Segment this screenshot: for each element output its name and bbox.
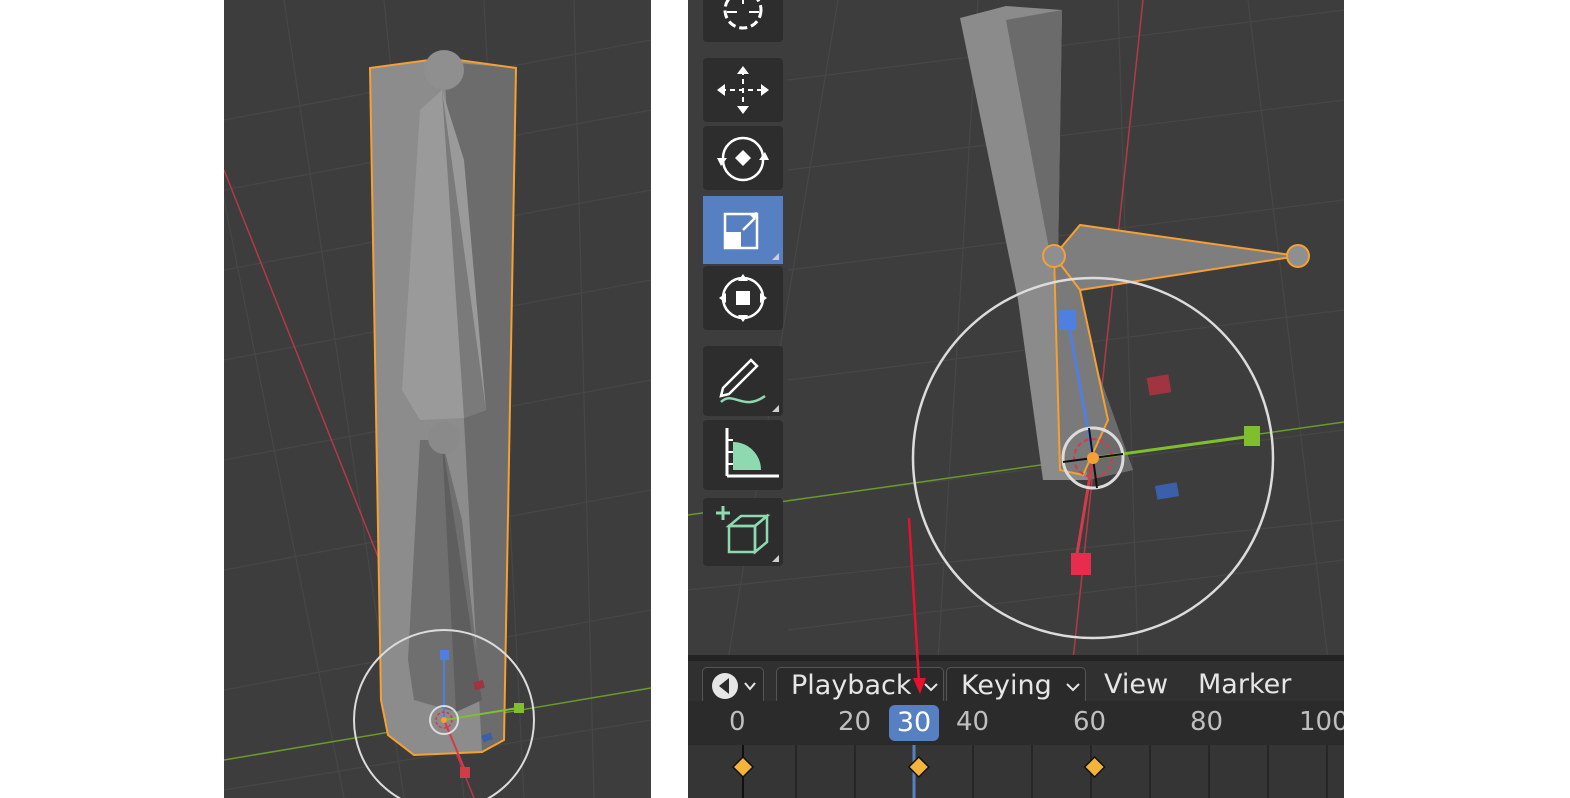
scale-icon xyxy=(723,212,759,250)
measure-icon xyxy=(725,428,779,478)
move-icon xyxy=(717,66,769,114)
rotate-icon xyxy=(717,136,769,182)
transform-gizmo[interactable] xyxy=(353,629,535,798)
annotate-icon xyxy=(719,358,766,404)
chevron-down-icon xyxy=(1066,683,1080,692)
keying-menu[interactable]: Keying xyxy=(946,667,1086,705)
view-menu[interactable]: View xyxy=(1104,667,1168,703)
keyframe-track[interactable] xyxy=(688,745,1344,798)
viewport-left-scene[interactable] xyxy=(224,0,651,798)
viewport-right[interactable]: Playback Keying View Marker 0 20 40 60 8… xyxy=(688,0,1344,798)
editor-type-selector[interactable] xyxy=(702,667,764,705)
transform-gizmo[interactable] xyxy=(911,276,1275,640)
tool-annotate[interactable] xyxy=(703,346,783,416)
tool-cursor[interactable] xyxy=(703,0,783,42)
add-cube-icon xyxy=(716,506,771,555)
keyframe-diamond[interactable] xyxy=(907,755,930,779)
chevron-down-icon xyxy=(924,683,938,692)
ruler-label: 40 xyxy=(956,707,990,737)
tool-options-indicator xyxy=(772,555,779,562)
marker-menu[interactable]: Marker xyxy=(1198,667,1291,703)
viewport-left[interactable] xyxy=(224,0,651,798)
current-frame-indicator[interactable]: 30 xyxy=(889,705,939,741)
tool-measure[interactable] xyxy=(703,420,783,490)
viewport-right-scene[interactable] xyxy=(688,0,1344,660)
tool-add-cube[interactable] xyxy=(703,498,783,566)
ruler-label: 60 xyxy=(1073,707,1107,737)
tool-options-indicator xyxy=(772,253,779,260)
frame-ruler[interactable]: 0 20 40 60 80 100 30 xyxy=(688,701,1344,745)
keyframe-track-canvas xyxy=(731,745,1328,798)
tool-options-indicator xyxy=(772,405,779,412)
keying-menu-label: Keying xyxy=(961,670,1052,701)
tool-scale[interactable] xyxy=(703,196,783,264)
transform-icon xyxy=(719,274,767,322)
tool-move[interactable] xyxy=(703,58,783,122)
bone-mesh[interactable] xyxy=(368,50,518,757)
tool-transform[interactable] xyxy=(703,266,783,330)
playback-menu-label: Playback xyxy=(791,670,912,701)
timeline-header: Playback Keying View Marker xyxy=(688,655,1344,707)
ruler-label: 20 xyxy=(838,707,872,737)
keyframe-diamond[interactable] xyxy=(731,755,755,779)
ruler-label: 100 xyxy=(1299,707,1344,737)
ruler-label: 0 xyxy=(729,707,746,737)
playback-menu[interactable]: Playback xyxy=(776,667,944,705)
keyframe-diamond[interactable] xyxy=(1083,755,1106,779)
tool-rotate[interactable] xyxy=(703,126,783,190)
clock-icon xyxy=(712,673,756,699)
cursor-icon xyxy=(723,0,763,30)
ruler-label: 80 xyxy=(1190,707,1224,737)
